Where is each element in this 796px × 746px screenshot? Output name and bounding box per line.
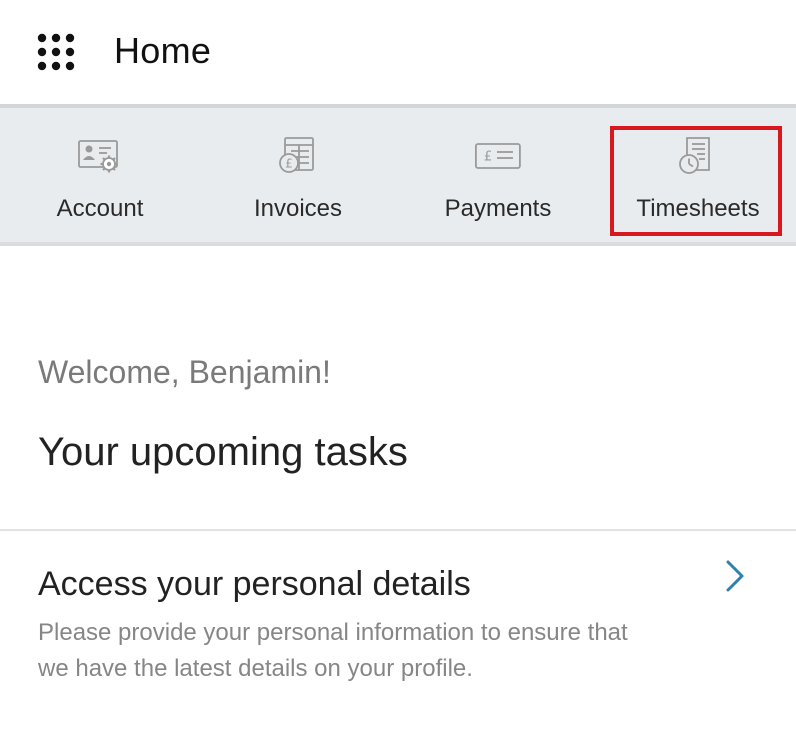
svg-text:£: £ [285,157,293,171]
page-title: Home [114,30,212,71]
nav-bar: Account £ Invoices £ Payments Timesheets [0,104,796,246]
svg-text:£: £ [484,150,492,165]
nav-label-timesheets: Timesheets [636,195,760,222]
upcoming-tasks-heading: Your upcoming tasks [38,430,408,474]
page: Home Account £ Invoices £ Payments Times… [0,0,796,746]
app-header: Home [0,0,796,104]
account-settings-icon [78,140,118,173]
nav-item-invoices[interactable]: £ Invoices [198,108,398,242]
nav-label-invoices: Invoices [253,195,343,222]
nav-label-account: Account [56,195,144,222]
nav-item-timesheets[interactable]: Timesheets [598,108,796,242]
nav-label-payments: Payments [444,195,552,222]
invoice-pound-icon: £ [279,137,314,173]
task-description: Please provide your personal information… [38,619,628,682]
nav-item-payments[interactable]: £ Payments [398,108,598,242]
welcome-greeting: Welcome, Benjamin! [38,354,331,390]
chevron-right-icon[interactable] [722,559,750,593]
payment-card-icon: £ [475,143,521,169]
nav-item-account[interactable]: Account [0,108,200,242]
timesheet-clock-icon [679,137,710,174]
grid-menu-icon[interactable] [37,33,75,71]
task-title: Access your personal details [38,565,471,603]
task-item-personal-details[interactable]: Access your personal details Please prov… [0,531,796,746]
